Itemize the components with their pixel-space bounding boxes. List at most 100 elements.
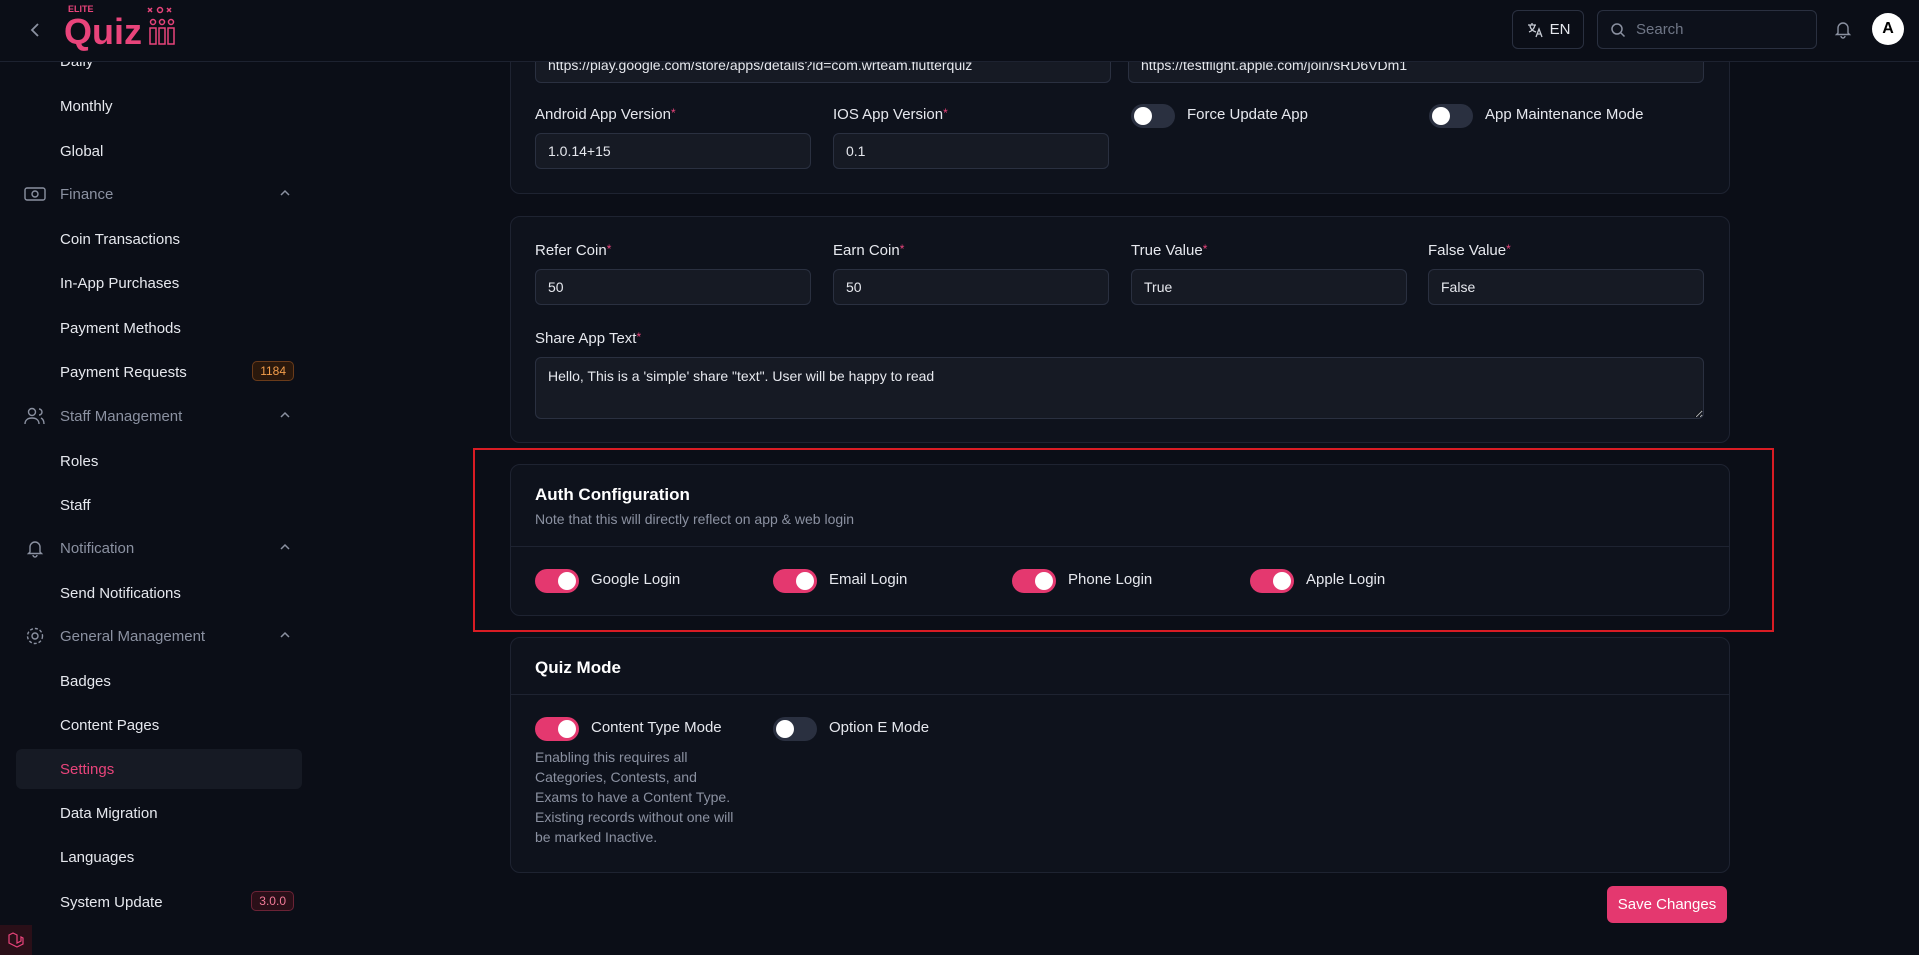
maintenance-mode-toggle[interactable] xyxy=(1429,104,1473,128)
share-text-textarea[interactable]: Hello, This is a 'simple' share "text". … xyxy=(535,357,1704,419)
logo-main-text: Quiz xyxy=(64,11,142,52)
sidebar-item-monthly[interactable]: Monthly xyxy=(16,87,302,125)
sidebar-item-label: Coin Transactions xyxy=(60,230,181,248)
maintenance-mode-label: App Maintenance Mode xyxy=(1485,106,1644,123)
save-changes-button[interactable]: Save Changes xyxy=(1607,886,1727,923)
sidebar-item-in-app-purchases[interactable]: In-App Purchases xyxy=(16,264,302,302)
version-badge: 3.0.0 xyxy=(251,891,294,911)
logo-icon xyxy=(147,6,175,45)
true-value-input[interactable] xyxy=(1131,269,1407,305)
sidebar-item-label: Payment Methods xyxy=(60,319,181,337)
divider xyxy=(511,694,1729,695)
users-icon xyxy=(24,407,45,425)
app-logo[interactable]: ELITE Quiz xyxy=(62,2,192,56)
sidebar-item-label: Badges xyxy=(60,672,111,690)
content-type-note: Enabling this requires all Categories, C… xyxy=(535,749,734,845)
apple-login-label: Apple Login xyxy=(1306,571,1386,588)
auth-card-subtitle: Note that this will directly reflect on … xyxy=(535,511,855,527)
quiz-mode-title: Quiz Mode xyxy=(535,658,621,677)
gear-icon xyxy=(26,627,44,645)
sidebar-item-roles[interactable]: Roles xyxy=(16,442,302,480)
sidebar-group-label: General Management xyxy=(60,627,206,645)
android-version-input[interactable] xyxy=(535,133,811,169)
google-login-toggle[interactable] xyxy=(535,569,579,593)
content-type-mode-toggle[interactable] xyxy=(535,717,579,741)
sidebar-group-label: Staff Management xyxy=(60,407,183,425)
content-type-mode-label: Content Type Mode xyxy=(591,719,722,736)
sidebar-item-daily[interactable]: Daily xyxy=(16,61,302,80)
sidebar-item-data-migration[interactable]: Data Migration xyxy=(16,794,302,832)
banknote-icon xyxy=(24,187,46,201)
sidebar-item-send-notifications[interactable]: Send Notifications xyxy=(16,574,302,612)
sidebar-item-staff[interactable]: Staff xyxy=(16,486,302,524)
earn-coin-input[interactable] xyxy=(833,269,1109,305)
sidebar-item-languages[interactable]: Languages xyxy=(16,838,302,876)
android-version-label: Android App Version* xyxy=(535,106,676,123)
sidebar-item-label: Daily xyxy=(60,61,94,70)
option-e-mode-label: Option E Mode xyxy=(829,719,930,736)
ios-version-input[interactable] xyxy=(833,133,1109,169)
app-settings-card: Android App Version* IOS App Version* Fo… xyxy=(510,40,1730,194)
sidebar-item-label: System Update xyxy=(60,893,163,911)
auth-configuration-card: Auth Configuration Note that this will d… xyxy=(510,464,1730,616)
back-button[interactable] xyxy=(22,16,50,44)
email-login-toggle[interactable] xyxy=(773,569,817,593)
sidebar-item-label: Roles xyxy=(60,452,99,470)
refer-coin-input[interactable] xyxy=(535,269,811,305)
chevron-up-icon xyxy=(280,543,290,550)
bell-icon xyxy=(1834,22,1852,39)
search-input[interactable] xyxy=(1634,20,1808,39)
false-value-label: False Value* xyxy=(1428,242,1511,259)
option-e-mode-toggle[interactable] xyxy=(773,717,817,741)
sidebar-group-notification[interactable]: Notification xyxy=(16,529,302,567)
ios-version-label: IOS App Version* xyxy=(833,106,948,123)
sidebar-item-label: Global xyxy=(60,142,104,160)
sidebar-item-label: Data Migration xyxy=(60,804,158,822)
laravel-icon[interactable] xyxy=(0,925,32,955)
sidebar-item-label: Languages xyxy=(60,848,135,866)
earn-coin-label: Earn Coin* xyxy=(833,242,905,259)
language-button[interactable]: EN xyxy=(1512,10,1584,49)
sidebar-group-label: Finance xyxy=(60,185,114,203)
sidebar-item-payment-methods[interactable]: Payment Methods xyxy=(16,309,302,347)
sidebar-group-finance[interactable]: Finance xyxy=(16,175,302,213)
false-value-input[interactable] xyxy=(1428,269,1704,305)
chevron-up-icon xyxy=(280,631,290,638)
search-box[interactable] xyxy=(1597,10,1817,49)
sidebar-item-label: Staff xyxy=(60,496,91,514)
coin-settings-card: Refer Coin* Earn Coin* True Value* False… xyxy=(510,216,1730,443)
sidebar-group-general-management[interactable]: General Management xyxy=(16,617,302,655)
force-update-toggle[interactable] xyxy=(1131,104,1175,128)
share-text-label: Share App Text* xyxy=(535,330,642,347)
sidebar-item-content-pages[interactable]: Content Pages xyxy=(16,706,302,744)
sidebar-item-label: Content Pages xyxy=(60,716,160,734)
sidebar-item-label: Settings xyxy=(60,760,115,778)
top-bar: ELITE Quiz EN A xyxy=(0,0,1919,62)
notifications-button[interactable] xyxy=(1830,16,1856,42)
avatar[interactable]: A xyxy=(1872,13,1904,45)
chevron-up-icon xyxy=(280,189,290,196)
sidebar: Daily Monthly Global Finance Coin Transa… xyxy=(0,61,310,955)
bell-icon xyxy=(26,541,44,558)
sidebar-item-coin-transactions[interactable]: Coin Transactions xyxy=(16,220,302,258)
sidebar-item-badges[interactable]: Badges xyxy=(16,662,302,700)
google-login-label: Google Login xyxy=(591,571,681,588)
auth-card-title: Auth Configuration xyxy=(535,485,690,504)
count-badge: 1184 xyxy=(252,361,294,381)
sidebar-group-label: Notification xyxy=(60,539,135,557)
apple-login-toggle[interactable] xyxy=(1250,569,1294,593)
sidebar-item-label: Send Notifications xyxy=(60,584,181,602)
sidebar-item-payment-requests[interactable]: Payment Requests 1184 xyxy=(16,353,302,391)
sidebar-item-label: Payment Requests xyxy=(60,363,187,381)
quiz-mode-card: Quiz Mode Content Type Mode Option E Mod… xyxy=(510,637,1730,873)
sidebar-item-settings[interactable]: Settings xyxy=(16,749,302,789)
phone-login-toggle[interactable] xyxy=(1012,569,1056,593)
email-login-label: Email Login xyxy=(829,571,908,588)
refer-coin-label: Refer Coin* xyxy=(535,242,612,259)
sidebar-item-system-update[interactable]: System Update 3.0.0 xyxy=(16,883,302,921)
sidebar-group-staff-management[interactable]: Staff Management xyxy=(16,397,302,435)
force-update-label: Force Update App xyxy=(1187,106,1308,123)
chevron-left-icon xyxy=(30,23,39,37)
sidebar-item-global[interactable]: Global xyxy=(16,132,302,170)
sidebar-item-label: In-App Purchases xyxy=(60,274,180,292)
